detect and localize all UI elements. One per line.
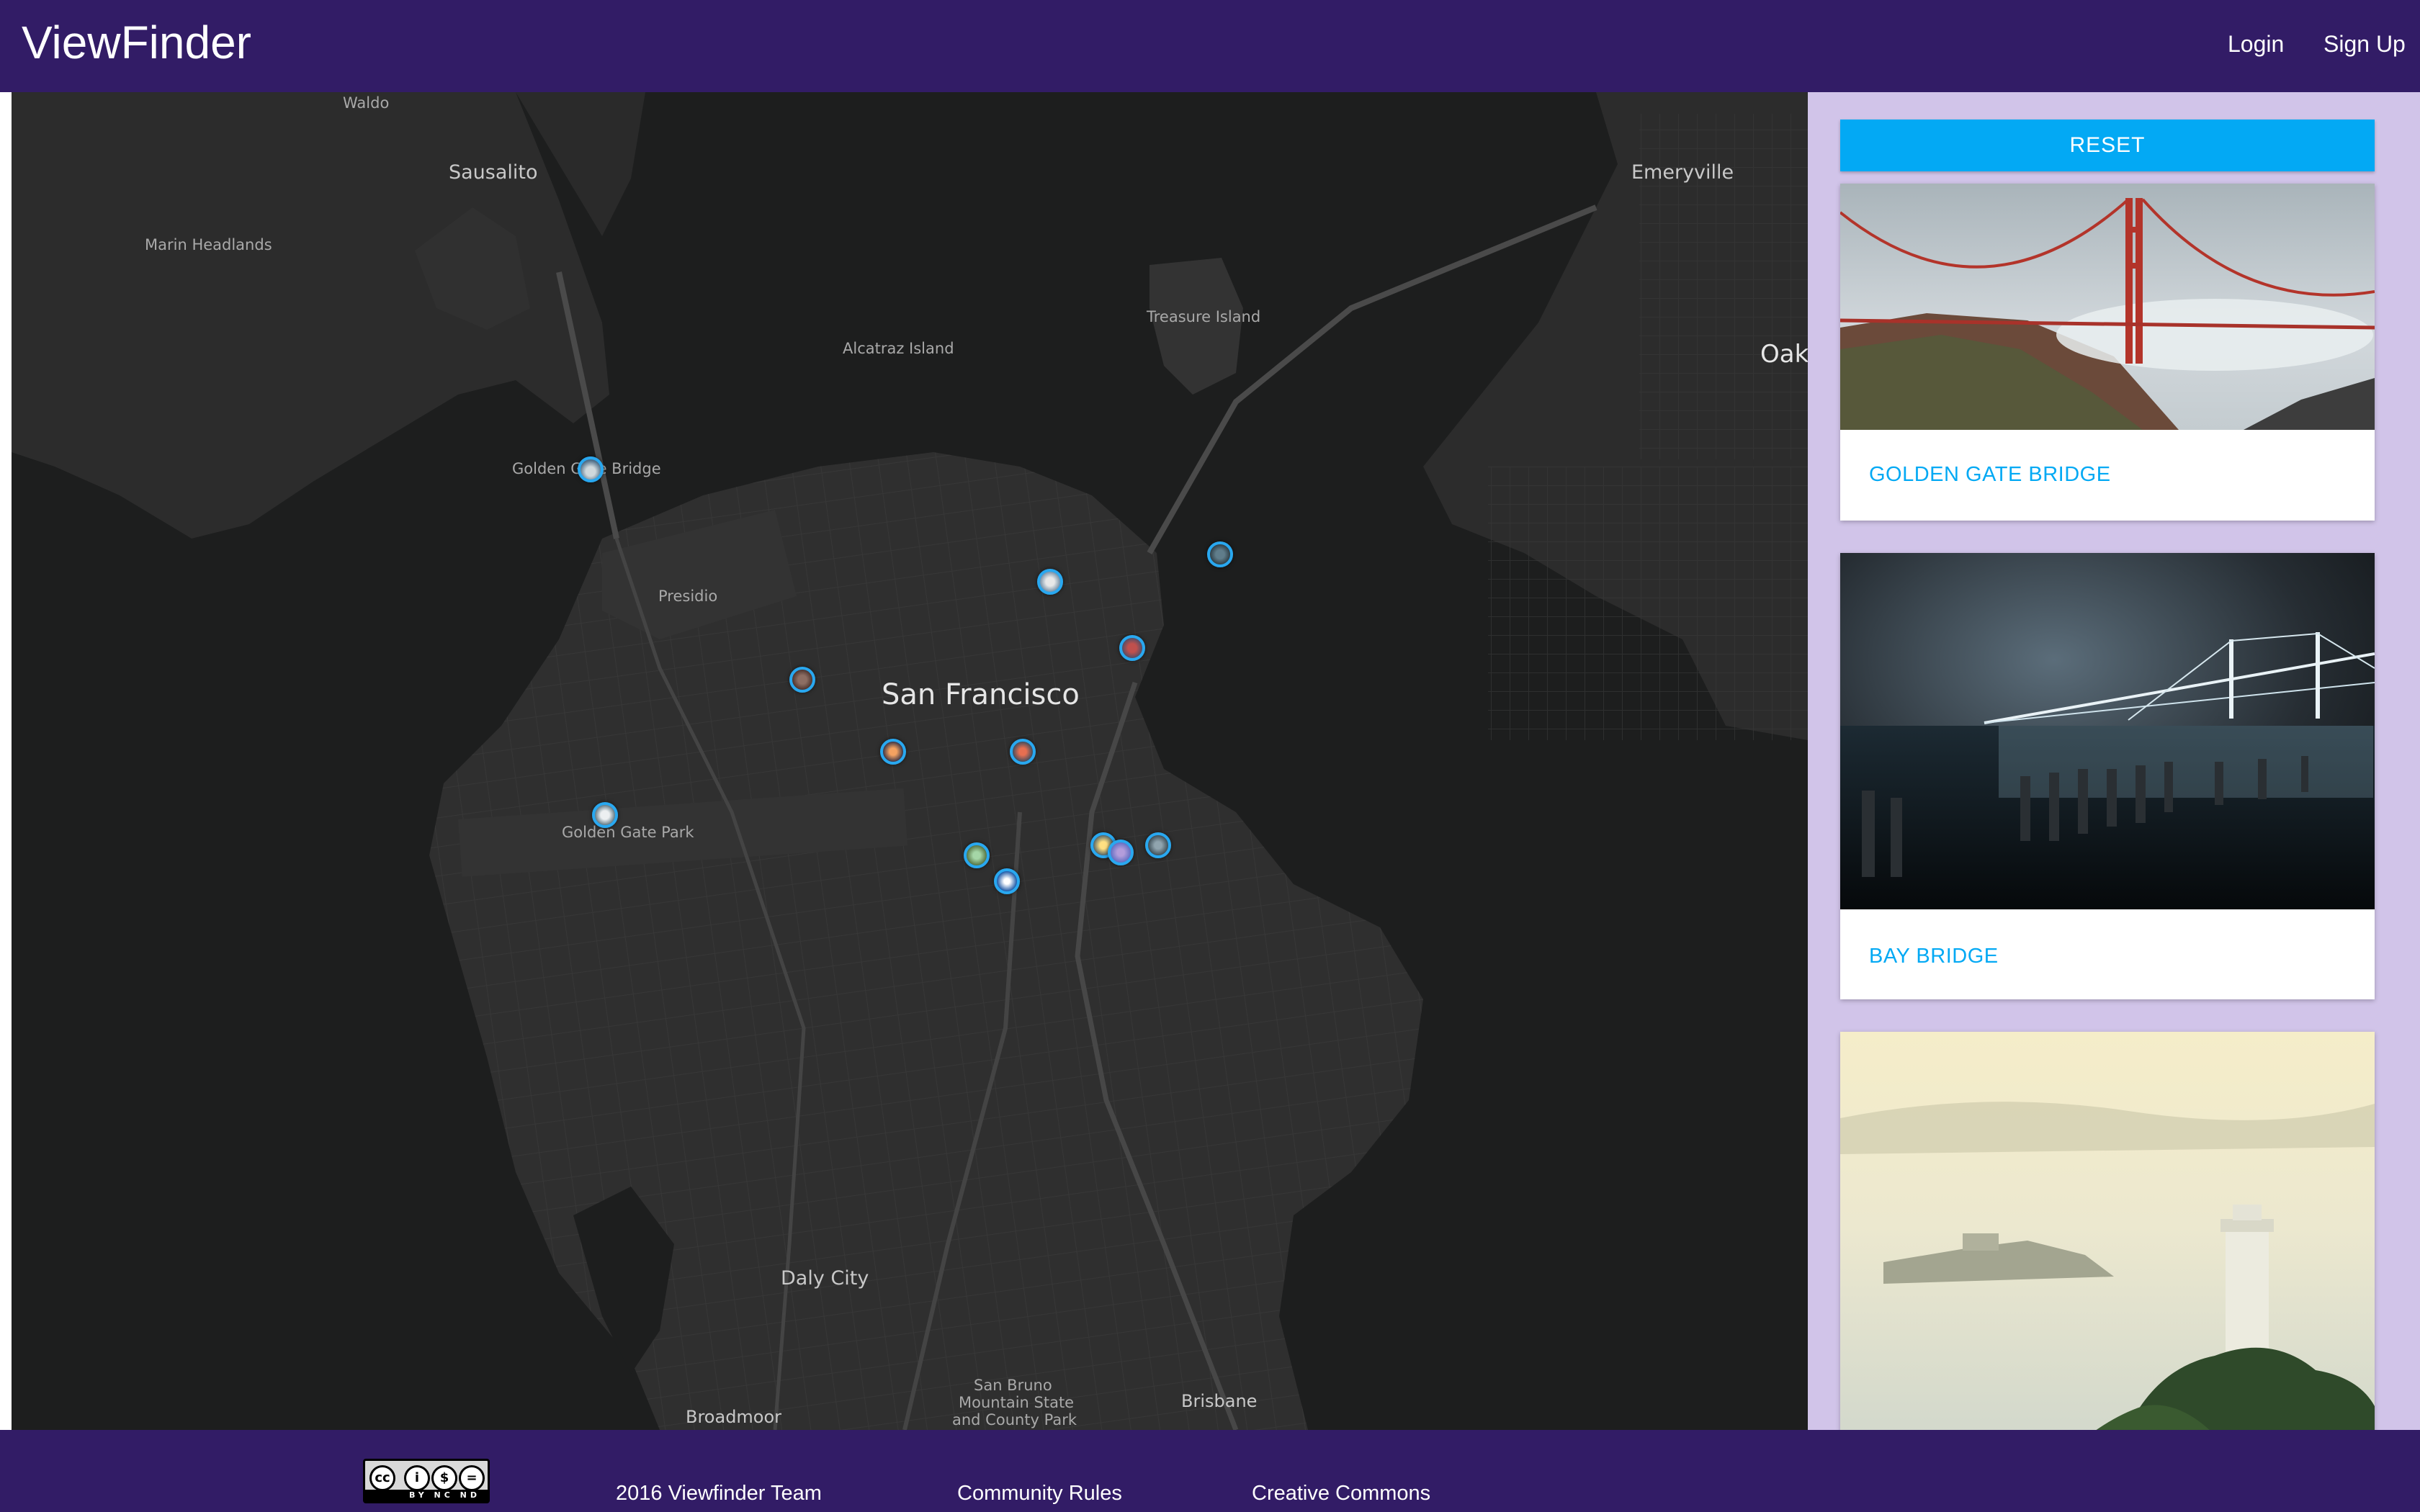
map-label-emeryville: Emeryville — [1631, 161, 1734, 184]
footer-community-rules-link[interactable]: Community Rules — [957, 1482, 1122, 1506]
reset-button[interactable]: RESET — [1840, 120, 2375, 171]
golden-gate-photo — [1840, 184, 2375, 430]
login-link[interactable]: Login — [2228, 31, 2284, 58]
map-label-san-francisco: San Francisco — [882, 678, 1080, 711]
cc-icon: cc — [369, 1465, 395, 1491]
location-card[interactable]: BAY BRIDGE — [1840, 553, 2375, 999]
footer-creative-commons-link[interactable]: Creative Commons — [1252, 1482, 1430, 1506]
photo-marker[interactable] — [994, 868, 1020, 894]
map-label-san-bruno-2: Mountain State — [959, 1394, 1075, 1411]
cc-badge-text: BY NC ND — [365, 1490, 488, 1501]
map-label-alcatraz: Alcatraz Island — [843, 340, 954, 357]
coit-tower-photo — [1840, 1032, 2375, 1430]
map-view[interactable]: Waldo Sausalito Marin Headlands Alcatraz… — [12, 92, 1808, 1430]
map-label-marin-headlands: Marin Headlands — [145, 236, 272, 253]
photo-marker[interactable] — [964, 842, 990, 868]
top-navbar: ViewFinder Login Sign Up — [0, 0, 2420, 92]
card-image[interactable] — [1840, 184, 2375, 430]
map-label-treasure-island: Treasure Island — [1147, 308, 1261, 325]
photo-marker[interactable] — [1207, 541, 1233, 567]
map-label-sausalito: Sausalito — [449, 161, 538, 184]
map-label-san-bruno-3: and County Park — [952, 1411, 1077, 1428]
results-sidebar[interactable]: RESET GOLDEN GATE BRIDGE BAY BRIDGE — [1808, 92, 2420, 1430]
photo-marker[interactable] — [880, 739, 906, 765]
location-card[interactable] — [1840, 1032, 2375, 1430]
card-image[interactable] — [1840, 553, 2375, 909]
map-label-daly-city: Daly City — [781, 1267, 869, 1290]
app-root: ViewFinder Login Sign Up Waldo Sausalito… — [0, 0, 2420, 1512]
brand-logo[interactable]: ViewFinder — [22, 16, 251, 69]
card-image[interactable] — [1840, 1032, 2375, 1430]
map-left-edge — [0, 92, 12, 1430]
photo-marker[interactable] — [1010, 739, 1036, 765]
footer-team-link[interactable]: 2016 Viewfinder Team — [616, 1482, 822, 1506]
footer: cc i $ = BY NC ND — [0, 1430, 2420, 1512]
card-title[interactable]: GOLDEN GATE BRIDGE — [1869, 463, 2111, 487]
map-label-oakland: Oak — [1760, 340, 1808, 369]
map-label-broadmoor: Broadmoor — [686, 1407, 782, 1427]
photo-marker[interactable] — [789, 667, 815, 693]
attribution-icon: i — [404, 1465, 430, 1491]
signup-link[interactable]: Sign Up — [2323, 31, 2406, 58]
map-label-golden-gate-park: Golden Gate Park — [562, 824, 694, 841]
noncommercial-icon: $ — [431, 1465, 457, 1491]
photo-marker[interactable] — [1145, 832, 1171, 858]
noderivatives-icon: = — [459, 1465, 485, 1491]
photo-marker[interactable] — [592, 802, 618, 828]
photo-marker[interactable] — [1108, 840, 1134, 865]
location-card[interactable]: GOLDEN GATE BRIDGE — [1840, 184, 2375, 521]
photo-marker[interactable] — [578, 456, 604, 482]
bay-bridge-photo — [1840, 553, 2375, 909]
map-label-presidio: Presidio — [658, 588, 718, 605]
card-title[interactable]: BAY BRIDGE — [1869, 945, 1999, 968]
map-label-brisbane: Brisbane — [1181, 1391, 1258, 1411]
photo-marker[interactable] — [1037, 569, 1063, 595]
creative-commons-badge[interactable]: cc i $ = BY NC ND — [363, 1459, 490, 1503]
map-label-san-bruno-1: San Bruno — [974, 1377, 1052, 1394]
map-basemap — [12, 92, 1808, 1430]
map-label-waldo: Waldo — [343, 94, 390, 112]
photo-marker[interactable] — [1119, 635, 1145, 661]
